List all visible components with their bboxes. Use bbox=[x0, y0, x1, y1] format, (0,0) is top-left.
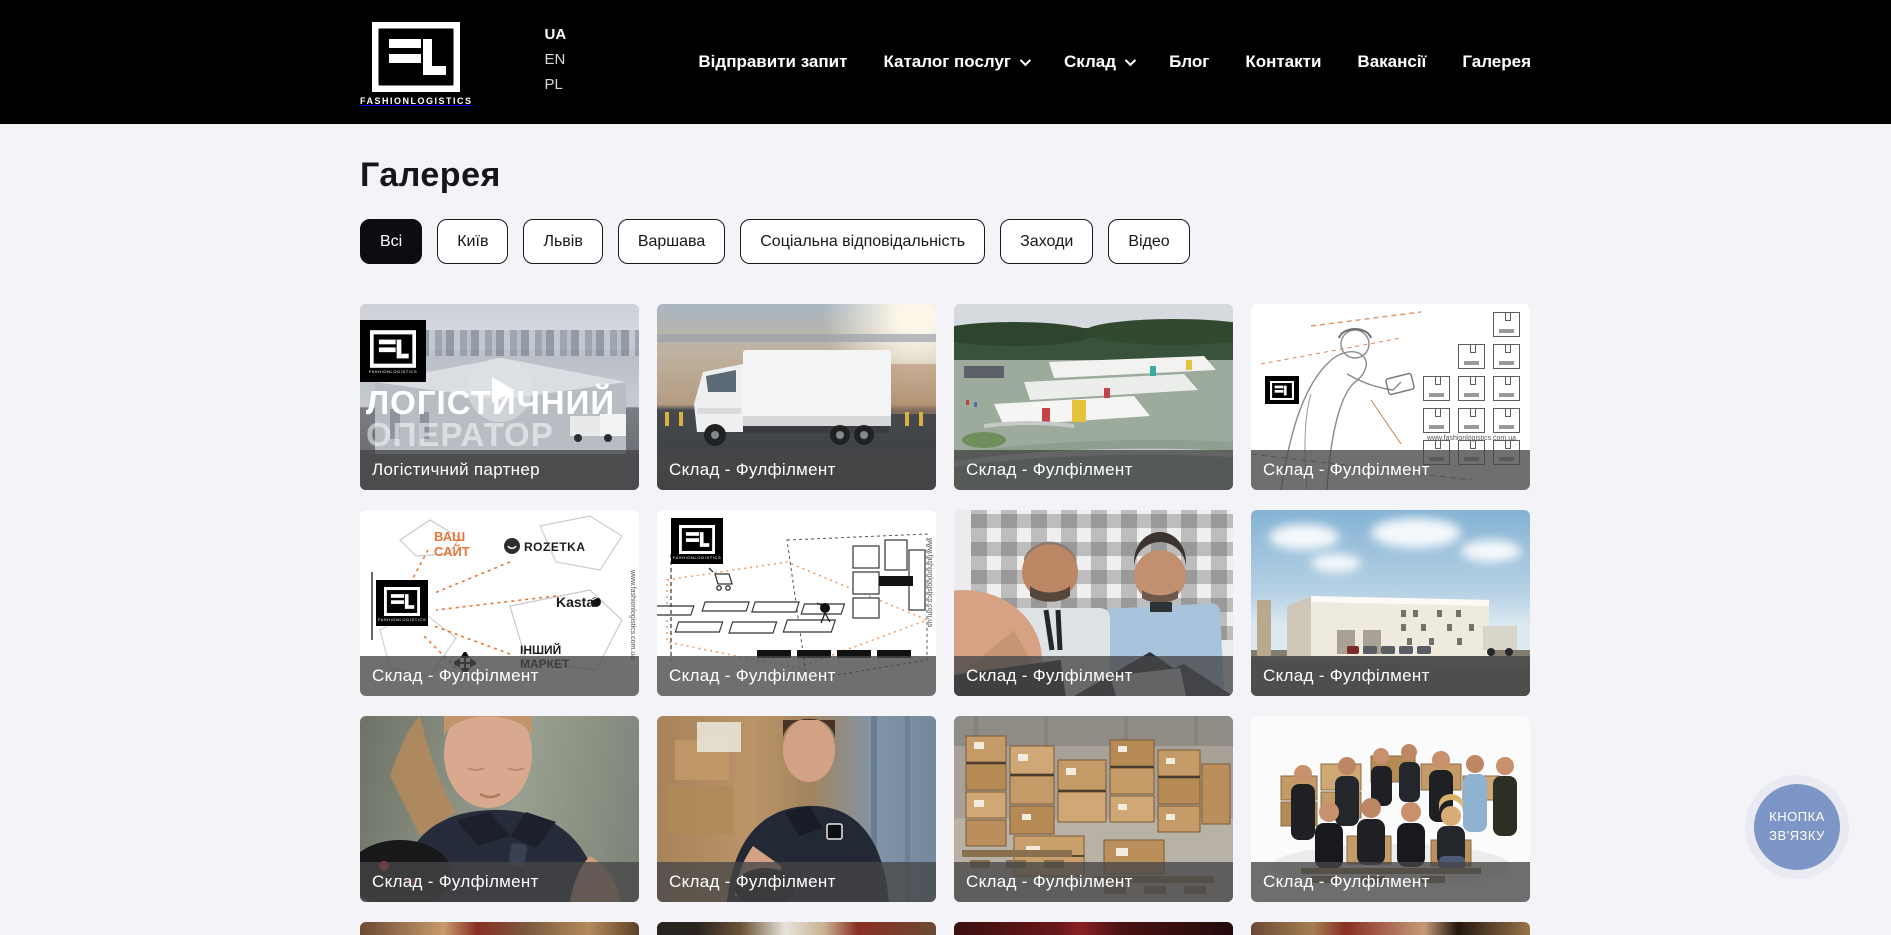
gallery-filters: Всі Київ Львів Варшава Соціальна відпові… bbox=[360, 219, 1531, 264]
filter-kyiv[interactable]: Київ bbox=[437, 219, 508, 264]
contact-button-line1: КНОПКА bbox=[1769, 809, 1825, 824]
contact-button-halo: КНОПКА ЗВ'ЯЗКУ bbox=[1745, 775, 1849, 879]
gallery-image bbox=[657, 922, 936, 935]
brand-logo[interactable]: FASHIONLOGISTICS bbox=[360, 22, 473, 106]
fl-logo-icon: FASHIONLOGISTICS bbox=[376, 580, 428, 626]
lang-en[interactable]: EN bbox=[545, 51, 567, 68]
gallery-caption: Склад - Фулфілмент bbox=[1251, 450, 1530, 490]
fl-logo-icon: FASHIONLOGISTICS bbox=[671, 518, 723, 564]
gallery-item[interactable] bbox=[360, 922, 639, 935]
gallery-item[interactable]: www.fashionlogistics.com.ua Склад - Фулф… bbox=[1251, 304, 1530, 490]
site-header: FASHIONLOGISTICS UA EN PL Відправити зап… bbox=[0, 0, 1891, 124]
nav-blog[interactable]: Блог bbox=[1169, 52, 1209, 72]
gallery-caption: Склад - Фулфілмент bbox=[954, 862, 1233, 902]
diagram-label-kasta: Kasta bbox=[556, 594, 594, 610]
nav-gallery[interactable]: Галерея bbox=[1462, 52, 1531, 72]
lang-pl[interactable]: PL bbox=[545, 76, 567, 93]
gallery-item[interactable]: Склад - Фулфілмент bbox=[1251, 716, 1530, 902]
gallery-item[interactable] bbox=[1251, 922, 1530, 935]
gallery-item[interactable]: Склад - Фулфілмент bbox=[954, 304, 1233, 490]
nav-services-catalog[interactable]: Каталог послуг bbox=[883, 52, 1028, 72]
gallery-item[interactable] bbox=[954, 922, 1233, 935]
nav-vacancies[interactable]: Вакансії bbox=[1357, 52, 1426, 72]
brand-name: FASHIONLOGISTICS bbox=[360, 96, 473, 106]
filter-all[interactable]: Всі bbox=[360, 219, 422, 264]
gallery-item-video[interactable]: FASHIONLOGISTICS ЛОГІСТИЧНИЙ ОПЕРАТОР Ло… bbox=[360, 304, 639, 490]
gallery-item[interactable] bbox=[657, 922, 936, 935]
gallery-item[interactable]: Склад - Фулфілмент bbox=[360, 716, 639, 902]
nav-send-request[interactable]: Відправити запит bbox=[698, 52, 847, 72]
filter-warsaw[interactable]: Варшава bbox=[618, 219, 725, 264]
diagram-label-rozetka: ROZETKA bbox=[524, 540, 586, 554]
gallery-caption: Склад - Фулфілмент bbox=[1251, 656, 1530, 696]
gallery-caption: Склад - Фулфілмент bbox=[954, 656, 1233, 696]
site-url: www.fashionlogistics.com.ua bbox=[926, 538, 933, 627]
nav-contacts[interactable]: Контакти bbox=[1245, 52, 1321, 72]
main-content: Галерея Всі Київ Львів Варшава Соціальна… bbox=[360, 124, 1531, 935]
fl-logo-icon bbox=[372, 22, 460, 92]
chevron-down-icon bbox=[1125, 55, 1136, 66]
contact-button-line2: ЗВ'ЯЗКУ bbox=[1769, 828, 1825, 843]
filter-video[interactable]: Відео bbox=[1108, 219, 1189, 264]
box-schema bbox=[1423, 312, 1520, 465]
gallery-caption: Склад - Фулфілмент bbox=[657, 450, 936, 490]
video-overlay-title: ЛОГІСТИЧНИЙ ОПЕРАТОР bbox=[366, 387, 615, 450]
gallery-item[interactable]: FASHIONLOGISTICS www.fashionlogistics.co… bbox=[657, 510, 936, 696]
gallery-caption: Склад - Фулфілмент bbox=[657, 656, 936, 696]
gallery-image bbox=[954, 922, 1233, 935]
site-url: www.fashionlogistics.com.ua bbox=[629, 570, 636, 659]
gallery-image bbox=[360, 922, 639, 935]
gallery-caption: Склад - Фулфілмент bbox=[1251, 862, 1530, 902]
gallery-item[interactable]: ВАШ САЙТ ROZETKA Kasta ІНШИЙ МАРКЕТ FASH… bbox=[360, 510, 639, 696]
contact-button[interactable]: КНОПКА ЗВ'ЯЗКУ bbox=[1754, 784, 1840, 870]
gallery-grid: FASHIONLOGISTICS ЛОГІСТИЧНИЙ ОПЕРАТОР Ло… bbox=[360, 304, 1531, 935]
chevron-down-icon bbox=[1020, 55, 1031, 66]
main-nav: Відправити запит Каталог послуг Склад Бл… bbox=[698, 52, 1531, 72]
fl-logo-icon: FASHIONLOGISTICS bbox=[360, 320, 426, 382]
gallery-caption: Логістичний партнер bbox=[360, 450, 639, 490]
page-title: Галерея bbox=[360, 156, 1531, 195]
gallery-image bbox=[1251, 922, 1530, 935]
gallery-item[interactable]: Склад - Фулфілмент bbox=[954, 510, 1233, 696]
site-url: www.fashionlogistics.com.ua bbox=[1427, 435, 1516, 442]
gallery-caption: Склад - Фулфілмент bbox=[360, 656, 639, 696]
filter-social-responsibility[interactable]: Соціальна відповідальність bbox=[740, 219, 985, 264]
gallery-item[interactable]: Склад - Фулфілмент bbox=[954, 716, 1233, 902]
fl-logo-icon bbox=[1265, 376, 1299, 404]
nav-warehouse[interactable]: Склад bbox=[1064, 52, 1133, 72]
language-switcher: UA EN PL bbox=[545, 26, 567, 93]
filter-events[interactable]: Заходи bbox=[1000, 219, 1093, 264]
gallery-caption: Склад - Фулфілмент bbox=[657, 862, 936, 902]
gallery-item[interactable]: Склад - Фулфілмент bbox=[657, 304, 936, 490]
gallery-caption: Склад - Фулфілмент bbox=[954, 450, 1233, 490]
gallery-item[interactable]: Склад - Фулфілмент bbox=[1251, 510, 1530, 696]
diagram-label-your-site: ВАШ САЙТ bbox=[434, 530, 486, 560]
gallery-item[interactable]: Склад - Фулфілмент bbox=[657, 716, 936, 902]
filter-lviv[interactable]: Львів bbox=[523, 219, 602, 264]
gallery-caption: Склад - Фулфілмент bbox=[360, 862, 639, 902]
lang-ua[interactable]: UA bbox=[545, 26, 567, 43]
